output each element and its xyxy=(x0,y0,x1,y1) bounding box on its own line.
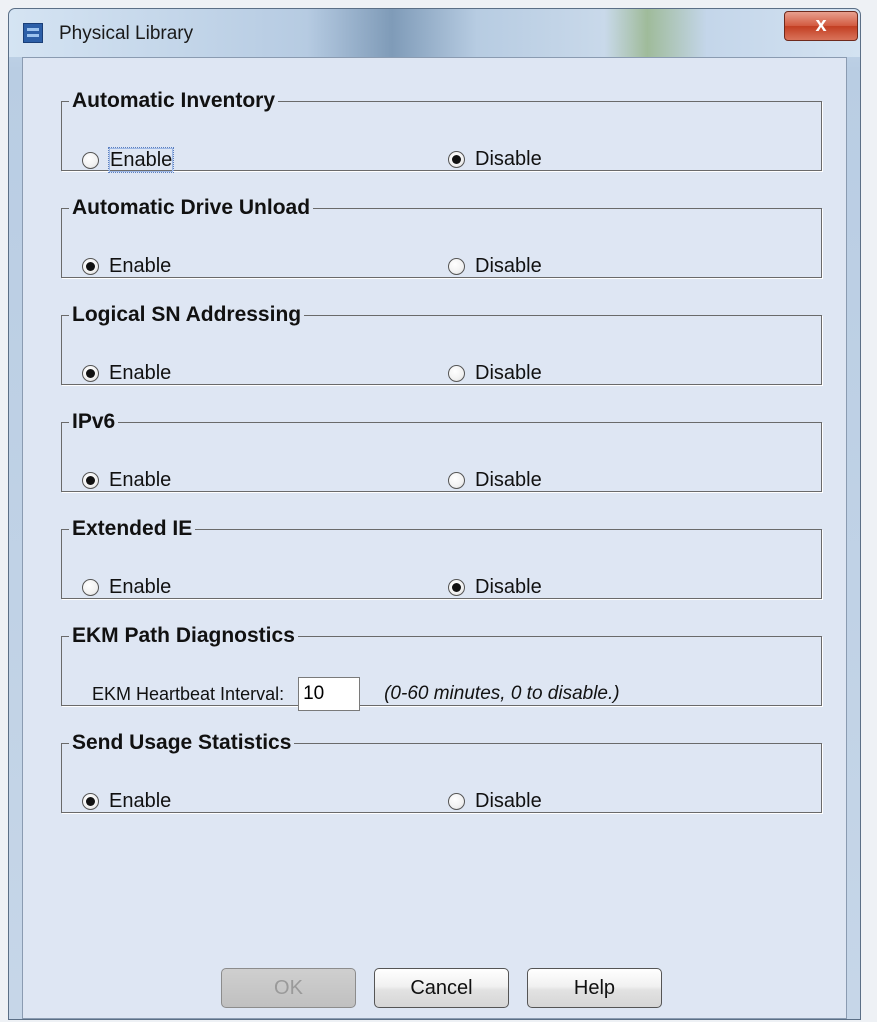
radio-label: Disable xyxy=(475,469,542,491)
cancel-button[interactable]: Cancel xyxy=(374,968,509,1008)
group-ipv6: IPv6 Enable Disable xyxy=(61,410,822,492)
send-usage-statistics-disable-radio[interactable]: Disable xyxy=(448,789,543,813)
radio-icon[interactable] xyxy=(448,257,465,275)
group-logical-sn-addressing: Logical SN Addressing Enable Disable xyxy=(61,303,822,385)
app-icon xyxy=(23,23,43,43)
radio-label: Disable xyxy=(475,255,542,277)
extended-ie-disable-radio[interactable]: Disable xyxy=(448,575,543,599)
automatic-inventory-enable-radio[interactable]: Enable xyxy=(82,147,175,173)
radio-label: Enable xyxy=(109,469,172,491)
group-title: EKM Path Diagnostics xyxy=(72,624,295,647)
radio-label: Enable xyxy=(108,147,175,173)
radio-icon[interactable] xyxy=(448,364,465,382)
radio-label: Enable xyxy=(109,255,172,277)
dialog-content: Automatic Inventory Enable Disable Autom… xyxy=(22,57,847,1019)
radio-icon[interactable] xyxy=(82,151,99,169)
radio-label: Enable xyxy=(109,790,172,812)
ekm-heartbeat-label: EKM Heartbeat Interval: xyxy=(92,683,285,704)
radio-icon[interactable] xyxy=(448,792,465,810)
ipv6-enable-radio[interactable]: Enable xyxy=(82,468,172,492)
ekm-heartbeat-row: EKM Heartbeat Interval: (0-60 minutes, 0… xyxy=(92,677,620,711)
send-usage-statistics-enable-radio[interactable]: Enable xyxy=(82,789,172,813)
group-title: Automatic Inventory xyxy=(72,89,276,112)
radio-icon[interactable] xyxy=(82,792,99,810)
radio-label: Disable xyxy=(475,790,542,812)
extended-ie-enable-radio[interactable]: Enable xyxy=(82,575,172,599)
help-button[interactable]: Help xyxy=(527,968,662,1008)
ipv6-disable-radio[interactable]: Disable xyxy=(448,468,543,492)
radio-icon[interactable] xyxy=(82,364,99,382)
group-title: IPv6 xyxy=(72,410,116,433)
group-automatic-inventory: Automatic Inventory Enable Disable xyxy=(61,89,822,173)
group-title: Logical SN Addressing xyxy=(72,303,302,326)
group-send-usage-statistics: Send Usage Statistics Enable Disable xyxy=(61,731,822,813)
radio-label: Enable xyxy=(109,362,172,384)
group-title: Send Usage Statistics xyxy=(72,731,292,754)
radio-label: Disable xyxy=(475,148,542,170)
group-extended-ie: Extended IE Enable Disable xyxy=(61,517,822,599)
radio-icon[interactable] xyxy=(82,471,99,489)
title-bar[interactable]: Physical Library x xyxy=(9,9,860,57)
group-automatic-drive-unload: Automatic Drive Unload Enable Disable xyxy=(61,196,822,278)
logical-sn-addressing-disable-radio[interactable]: Disable xyxy=(448,361,543,385)
radio-icon[interactable] xyxy=(448,471,465,489)
automatic-inventory-disable-radio[interactable]: Disable xyxy=(448,147,543,171)
radio-label: Disable xyxy=(475,576,542,598)
radio-icon[interactable] xyxy=(448,578,465,596)
radio-icon[interactable] xyxy=(82,578,99,596)
automatic-drive-unload-disable-radio[interactable]: Disable xyxy=(448,254,543,278)
ekm-heartbeat-input[interactable] xyxy=(298,677,361,711)
radio-icon[interactable] xyxy=(448,150,465,168)
automatic-drive-unload-enable-radio[interactable]: Enable xyxy=(82,254,172,278)
ekm-heartbeat-hint: (0-60 minutes, 0 to disable.) xyxy=(384,683,620,704)
window-title: Physical Library xyxy=(59,23,194,44)
ok-button[interactable]: OK xyxy=(221,968,356,1008)
group-ekm-path-diagnostics: EKM Path Diagnostics EKM Heartbeat Inter… xyxy=(61,624,822,711)
radio-label: Enable xyxy=(109,576,172,598)
group-title: Automatic Drive Unload xyxy=(72,196,311,219)
dialog-window: Physical Library x Automatic Inventory E… xyxy=(8,8,861,1020)
radio-icon[interactable] xyxy=(82,257,99,275)
logical-sn-addressing-enable-radio[interactable]: Enable xyxy=(82,361,172,385)
close-button[interactable]: x xyxy=(784,11,858,41)
radio-label: Disable xyxy=(475,362,542,384)
group-title: Extended IE xyxy=(72,517,193,540)
